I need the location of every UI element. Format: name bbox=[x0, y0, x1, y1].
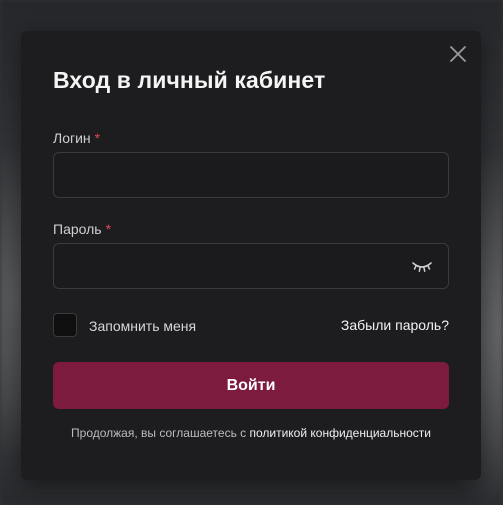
password-input[interactable] bbox=[54, 244, 448, 288]
login-field bbox=[53, 152, 449, 198]
eye-closed-icon[interactable] bbox=[412, 261, 432, 273]
login-label: Логин * bbox=[53, 130, 100, 146]
login-label-text: Логин bbox=[53, 130, 91, 146]
login-input[interactable] bbox=[54, 153, 448, 197]
login-submit-button[interactable]: Войти bbox=[53, 362, 449, 409]
required-mark: * bbox=[105, 221, 112, 237]
forgot-password-link[interactable]: Забыли пароль? bbox=[341, 317, 449, 333]
password-label-text: Пароль bbox=[53, 221, 102, 237]
close-icon bbox=[450, 46, 466, 62]
password-label: Пароль * bbox=[53, 221, 111, 237]
privacy-policy-link[interactable]: политикой конфиденциальности bbox=[249, 426, 430, 440]
password-field bbox=[53, 243, 449, 289]
remember-checkbox[interactable] bbox=[53, 313, 77, 337]
terms-prefix: Продолжая, вы соглашаетесь с bbox=[71, 426, 250, 440]
remember-label[interactable]: Запомнить меня bbox=[89, 318, 196, 334]
close-button[interactable] bbox=[449, 45, 467, 63]
terms-notice: Продолжая, вы соглашаетесь с политикой к… bbox=[21, 426, 481, 440]
login-modal: Вход в личный кабинет Логин * Пароль * Зап… bbox=[21, 31, 481, 480]
modal-title: Вход в личный кабинет bbox=[53, 67, 326, 93]
required-mark: * bbox=[94, 130, 101, 146]
